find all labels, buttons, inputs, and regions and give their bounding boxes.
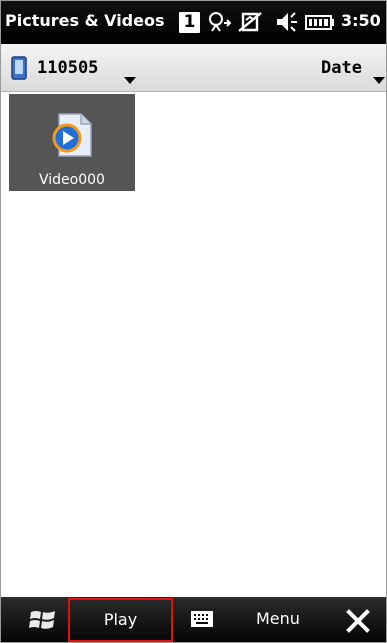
notification-badge[interactable]: 1 [179, 12, 200, 33]
storage-card-icon[interactable] [11, 56, 27, 80]
battery-icon[interactable] [305, 11, 335, 37]
windows-start-icon[interactable] [29, 608, 57, 636]
media-grid: Video000 [1, 92, 386, 597]
title-bar: Pictures & Videos 1 3:50 [1, 1, 386, 44]
chevron-down-icon[interactable] [373, 69, 385, 88]
close-icon[interactable] [346, 609, 370, 637]
app-window: Pictures & Videos 1 3:50 110505 Date Vid… [0, 0, 387, 643]
no-sync-icon[interactable] [237, 11, 263, 37]
softkey-bar: Play Menu [1, 597, 386, 642]
media-item[interactable]: Video000 [9, 94, 135, 191]
play-softkey[interactable]: Play [68, 598, 173, 642]
windows-media-video-icon [45, 110, 95, 164]
menu-softkey[interactable]: Menu [256, 609, 300, 628]
sort-selector[interactable]: Date [321, 58, 362, 78]
app-title: Pictures & Videos [5, 11, 165, 30]
media-item-label: Video000 [39, 172, 105, 188]
keyboard-icon[interactable] [191, 611, 213, 631]
chevron-down-icon[interactable] [124, 69, 136, 88]
volume-icon[interactable] [275, 11, 299, 37]
toolbar: 110505 Date [1, 44, 386, 92]
folder-selector[interactable]: 110505 [37, 58, 98, 78]
connectivity-icon[interactable] [207, 11, 233, 37]
clock[interactable]: 3:50 [341, 11, 381, 30]
